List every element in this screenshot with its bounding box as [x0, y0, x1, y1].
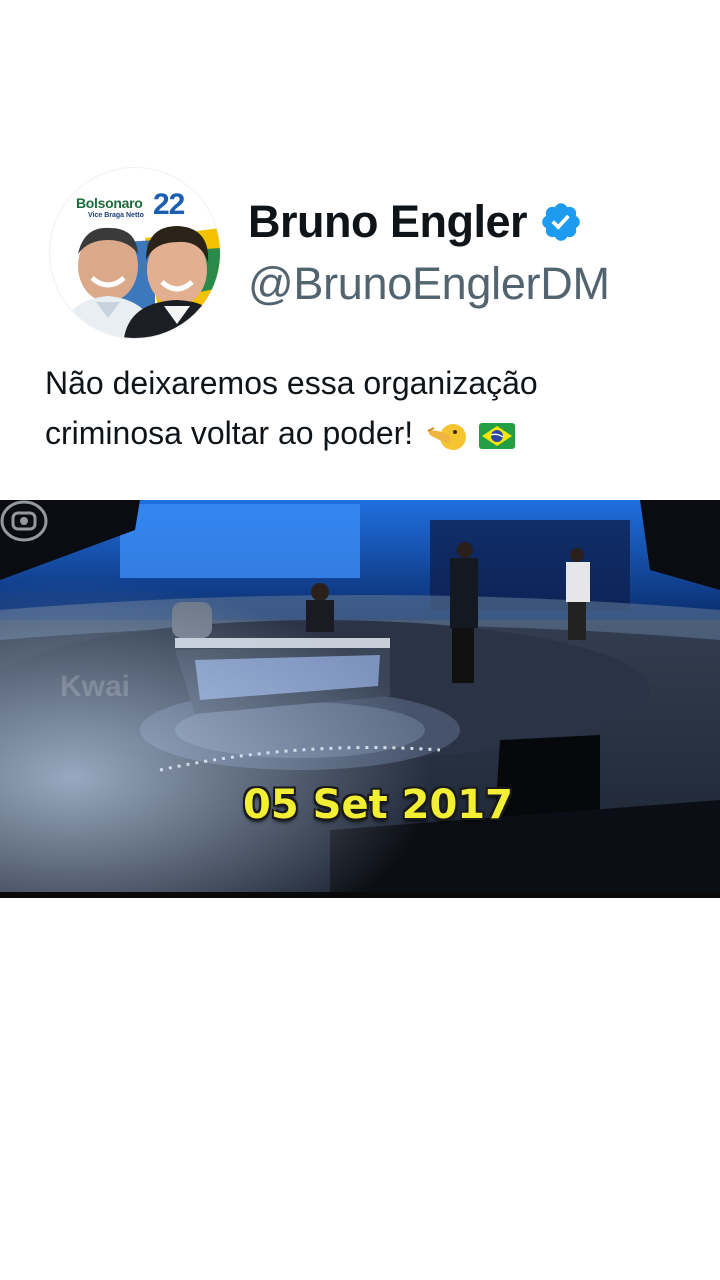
verified-badge-icon	[542, 203, 580, 241]
author-handle[interactable]: @BrunoEnglerDM	[248, 258, 610, 310]
author-name-row: Bruno Engler	[248, 196, 583, 248]
video-watermark: Kwai	[60, 670, 131, 703]
tweet-text-line-2-text: criminosa voltar ao poder!	[45, 415, 414, 451]
tweet-body: Não deixaremos essa organização criminos…	[45, 358, 685, 458]
brazil-flag-emoji-icon	[478, 422, 515, 449]
author-avatar[interactable]: Bolsonaro 22 Vice Braga Netto	[50, 168, 220, 338]
video-date-caption: 05 Set 2017	[243, 782, 513, 828]
tweet-screenshot: Bolsonaro 22 Vice Braga Netto Bruno Engl…	[0, 0, 720, 1280]
shushing-hand-emoji-icon	[427, 423, 467, 450]
avatar-photo	[50, 168, 220, 338]
avatar-subtitle: Vice Braga Netto	[88, 212, 144, 219]
avatar-number: 22	[153, 188, 185, 221]
author-display-name[interactable]: Bruno Engler	[248, 196, 528, 248]
globo-logo-icon	[0, 500, 48, 542]
tweet-text-line-1: Não deixaremos essa organização	[45, 365, 538, 401]
avatar-brand: Bolsonaro	[76, 195, 143, 211]
tweet-text-line-2: criminosa voltar ao poder!	[45, 408, 685, 458]
video-player[interactable]: Kwai 05 Set 2017	[0, 500, 720, 898]
